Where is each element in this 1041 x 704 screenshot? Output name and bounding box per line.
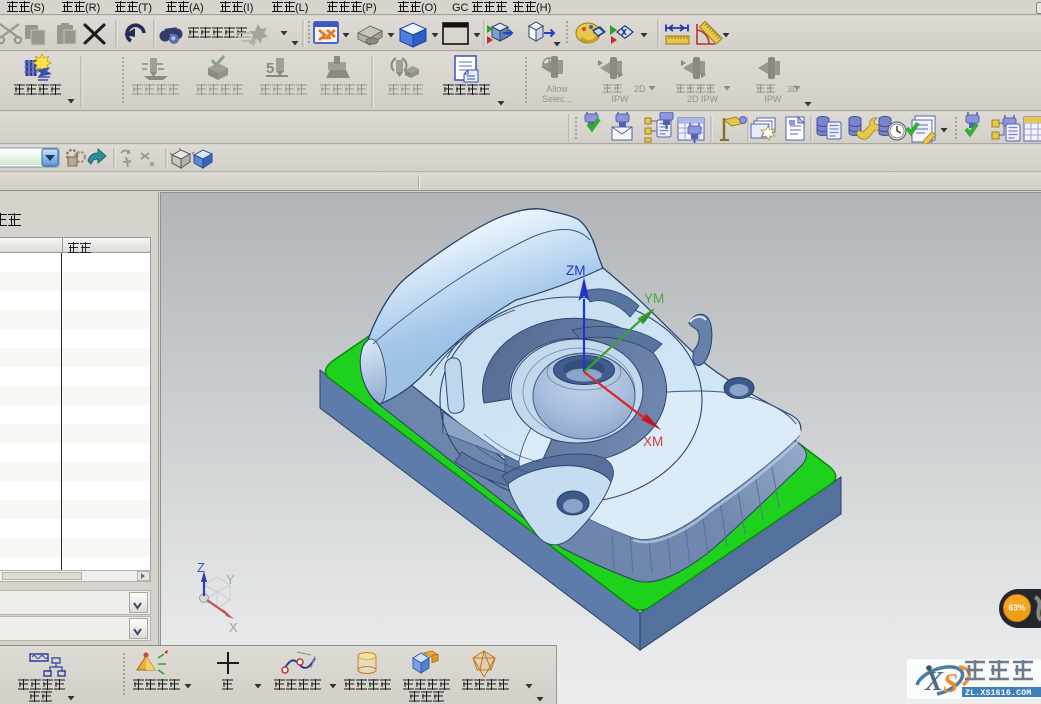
svg-text:S: S bbox=[943, 668, 958, 698]
svg-text:ZM: ZM bbox=[566, 263, 586, 278]
svg-text:X: X bbox=[924, 666, 944, 696]
svg-text:2D: 2D bbox=[634, 84, 646, 94]
svg-text:IPW: IPW bbox=[765, 94, 783, 104]
svg-text:Z: Z bbox=[197, 560, 205, 575]
svg-text:Y: Y bbox=[226, 572, 235, 587]
svg-text:Allow: Allow bbox=[546, 84, 568, 94]
svg-text:63%: 63% bbox=[1008, 603, 1025, 613]
svg-text:IPW: IPW bbox=[612, 94, 630, 104]
svg-text:YM: YM bbox=[644, 291, 664, 306]
svg-text:2D IPW: 2D IPW bbox=[687, 94, 719, 104]
svg-text:5: 5 bbox=[266, 60, 274, 77]
svg-text:XM: XM bbox=[643, 434, 663, 449]
svg-text:3D: 3D bbox=[787, 84, 799, 94]
svg-text:ZL.XS1616.COM: ZL.XS1616.COM bbox=[965, 689, 1031, 698]
svg-text:X: X bbox=[229, 620, 238, 635]
svg-text:Selec...: Selec... bbox=[542, 94, 572, 104]
